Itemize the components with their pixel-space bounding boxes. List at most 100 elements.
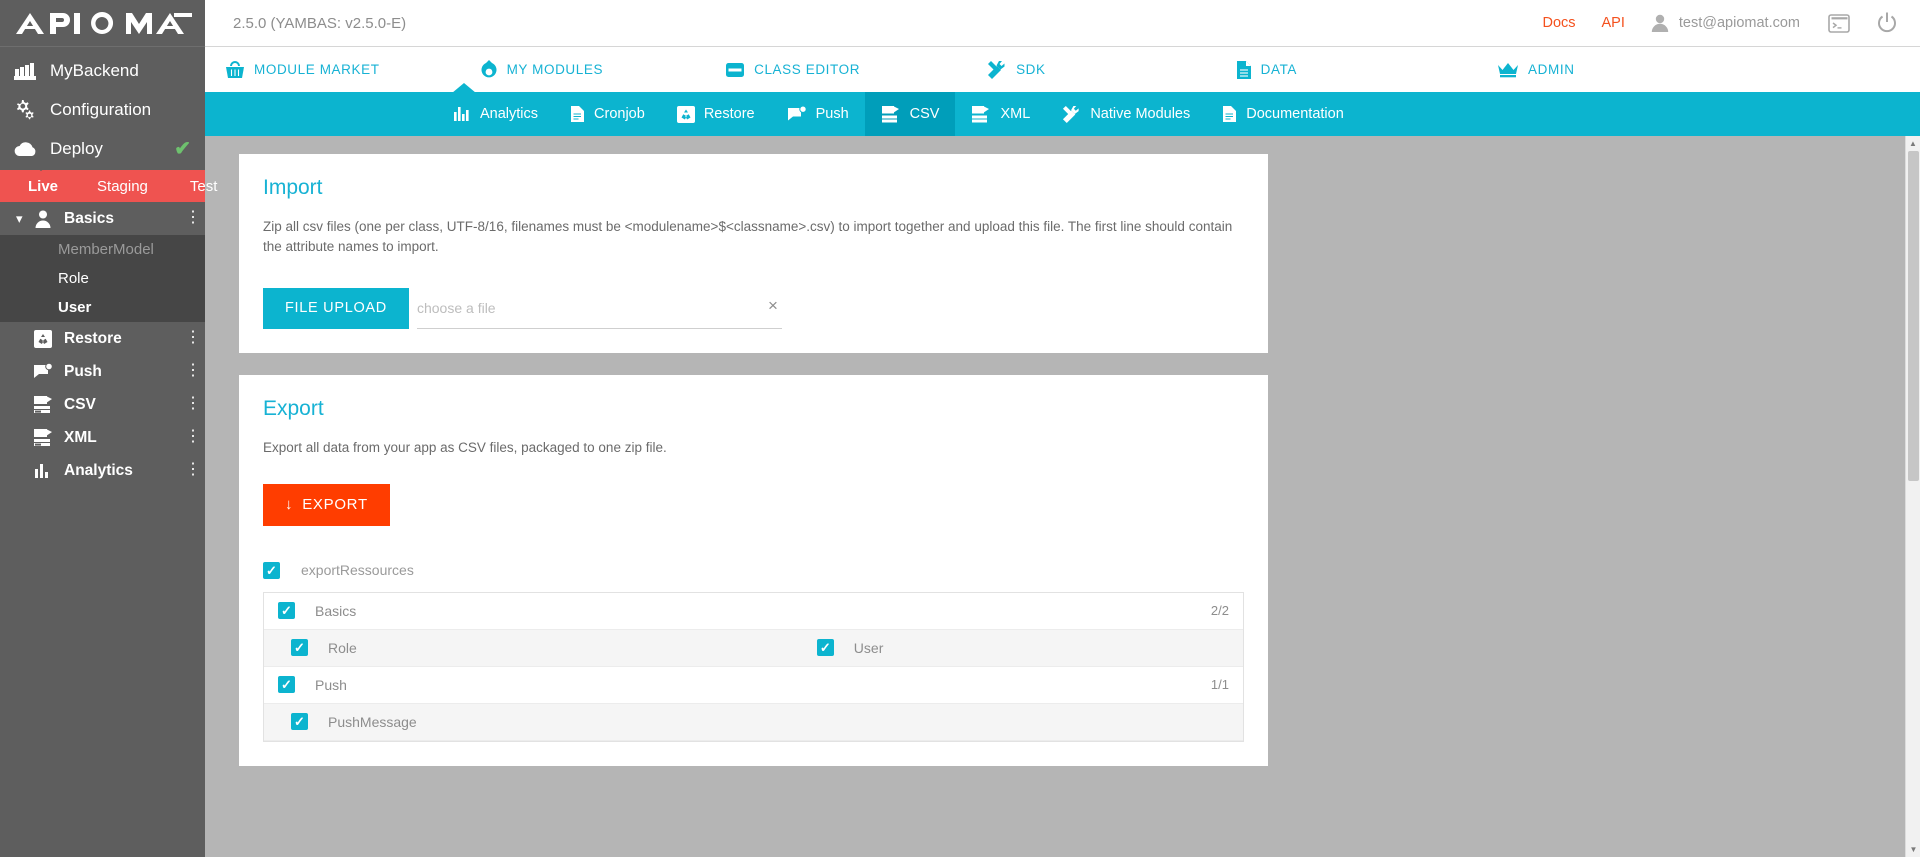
primary-nav: MyBackend Configuration Deploy ✔: [0, 47, 205, 168]
sidebar-item-configuration[interactable]: Configuration: [0, 90, 205, 129]
module-menu-icon[interactable]: ⋮: [181, 396, 205, 412]
import-title: Import: [263, 176, 323, 199]
subtab-native-modules[interactable]: Native Modules: [1046, 92, 1206, 136]
class-label: Role: [328, 639, 357, 656]
class-label: User: [853, 639, 884, 656]
module-menu-icon[interactable]: ⋮: [181, 330, 205, 346]
class-checkbox-role[interactable]: [291, 639, 308, 657]
subtab-xml[interactable]: XML: [955, 92, 1046, 136]
subtab-restore[interactable]: Restore: [661, 92, 771, 136]
basics-children: MemberModel Role User: [0, 235, 205, 322]
content-scrollbar[interactable]: ▲ ▼: [1905, 136, 1920, 857]
export-description: Export all data from your app as CSV fil…: [263, 439, 667, 455]
power-icon[interactable]: [1876, 12, 1898, 34]
logo[interactable]: [0, 0, 205, 47]
file-input-wrapper[interactable]: choose a file ×: [416, 288, 782, 329]
subtab-csv[interactable]: CSV: [864, 92, 956, 136]
documentation-icon: [1222, 105, 1237, 123]
module-menu-icon[interactable]: ⋮: [181, 210, 205, 226]
export-class-list: Basics 2/2 Role User: [263, 591, 1244, 742]
export-resources-checkbox[interactable]: [263, 561, 280, 579]
cards-wrapper: Import Zip all csv files (one per class,…: [239, 154, 1268, 766]
file-input-placeholder: choose a file: [416, 299, 496, 316]
subtab-documentation[interactable]: Documentation: [1206, 92, 1360, 136]
module-label: Basics: [64, 209, 114, 227]
tab-admin[interactable]: ADMIN: [1497, 47, 1575, 92]
apiomat-logo-icon: [15, 12, 192, 34]
module-menu-icon[interactable]: ⋮: [181, 429, 205, 445]
api-link[interactable]: API: [1602, 15, 1625, 31]
deploy-status-check-icon: ✔: [174, 138, 191, 160]
subtab-label: Restore: [703, 106, 755, 122]
sidebar: MyBackend Configuration Deploy ✔ Live St…: [0, 0, 217, 857]
env-tab-test[interactable]: Test: [184, 178, 224, 195]
import-description: Zip all csv files (one per class, UTF-8/…: [263, 219, 1233, 255]
class-label: PushMessage: [328, 713, 417, 730]
tab-label: DATA: [1260, 62, 1298, 77]
docs-link[interactable]: Docs: [1542, 15, 1575, 31]
scrollbar-thumb[interactable]: [1908, 151, 1919, 481]
module-analytics[interactable]: Analytics ⋮: [0, 454, 205, 487]
tab-module-market[interactable]: MODULE MARKET: [225, 47, 380, 92]
crown-icon: [1497, 62, 1519, 78]
class-role[interactable]: Role: [0, 264, 205, 293]
module-tree: Basics ⋮ MemberModel Role User Restore ⋮: [0, 202, 205, 487]
subtab-push[interactable]: Push: [771, 92, 865, 136]
subtab-cronjob[interactable]: Cronjob: [554, 92, 661, 136]
terminal-icon[interactable]: [1828, 13, 1850, 33]
class-membermodel[interactable]: MemberModel: [0, 235, 205, 264]
module-menu-icon[interactable]: ⋮: [181, 462, 205, 478]
module-push[interactable]: Push ⋮: [0, 355, 205, 388]
group-count: 1/1: [1210, 677, 1229, 693]
analytics-icon: [30, 460, 56, 482]
file-upload-button[interactable]: FILE UPLOAD: [263, 287, 409, 329]
restore-icon: [30, 328, 56, 350]
basket-icon: [225, 60, 245, 79]
sidebar-item-mybackend[interactable]: MyBackend: [0, 51, 205, 90]
tab-class-editor[interactable]: CLASS EDITOR: [725, 47, 860, 92]
tab-label: MODULE MARKET: [254, 62, 380, 77]
group-checkbox[interactable]: [278, 676, 295, 694]
sidebar-item-label: Deploy: [50, 138, 103, 158]
restore-icon: [676, 105, 695, 123]
class-user[interactable]: User: [0, 293, 205, 322]
group-label: Push: [315, 676, 347, 693]
export-title: Export: [263, 396, 324, 420]
user-avatar-icon: [1651, 14, 1669, 32]
download-arrow-icon: ↓: [285, 496, 294, 514]
export-resources-row: exportRessources: [263, 561, 1244, 579]
module-label: XML: [64, 428, 97, 446]
module-icon: [480, 59, 498, 80]
class-checkbox-user[interactable]: [816, 639, 834, 657]
xml-icon: [30, 427, 56, 449]
subtab-label: Analytics: [480, 106, 539, 122]
tab-my-modules[interactable]: MY MODULES: [480, 47, 604, 92]
export-button[interactable]: ↓ EXPORT: [263, 483, 390, 526]
module-csv[interactable]: CSV ⋮: [0, 388, 205, 421]
tab-data[interactable]: DATA: [1236, 47, 1297, 92]
scroll-up-icon[interactable]: ▲: [1906, 136, 1920, 151]
close-icon[interactable]: ×: [768, 296, 782, 319]
push-icon: [787, 105, 807, 123]
module-basics[interactable]: Basics ⋮: [0, 202, 205, 235]
tab-sdk[interactable]: SDK: [987, 47, 1046, 92]
module-xml[interactable]: XML ⋮: [0, 421, 205, 454]
sidebar-item-label: Configuration: [50, 99, 152, 119]
env-tab-staging[interactable]: Staging: [91, 178, 154, 195]
module-menu-icon[interactable]: ⋮: [181, 363, 205, 379]
class-entry-user: User: [816, 639, 884, 657]
export-push-children: PushMessage: [264, 703, 1243, 741]
subtab-label: Native Modules: [1090, 106, 1191, 122]
subtab-label: Cronjob: [594, 106, 645, 122]
class-checkbox-pushmessage[interactable]: [291, 713, 308, 731]
export-group-basics[interactable]: Basics 2/2: [264, 592, 1243, 630]
scroll-down-icon[interactable]: ▼: [1906, 842, 1920, 857]
export-group-push[interactable]: Push 1/1: [264, 666, 1243, 704]
tools-icon: [987, 60, 1007, 80]
tab-label: SDK: [1016, 62, 1046, 77]
group-checkbox[interactable]: [278, 602, 295, 620]
push-icon: [30, 361, 56, 383]
module-restore[interactable]: Restore ⋮: [0, 322, 205, 355]
environment-selector: Live Staging Test: [0, 162, 217, 202]
subtab-analytics[interactable]: Analytics: [437, 92, 554, 136]
